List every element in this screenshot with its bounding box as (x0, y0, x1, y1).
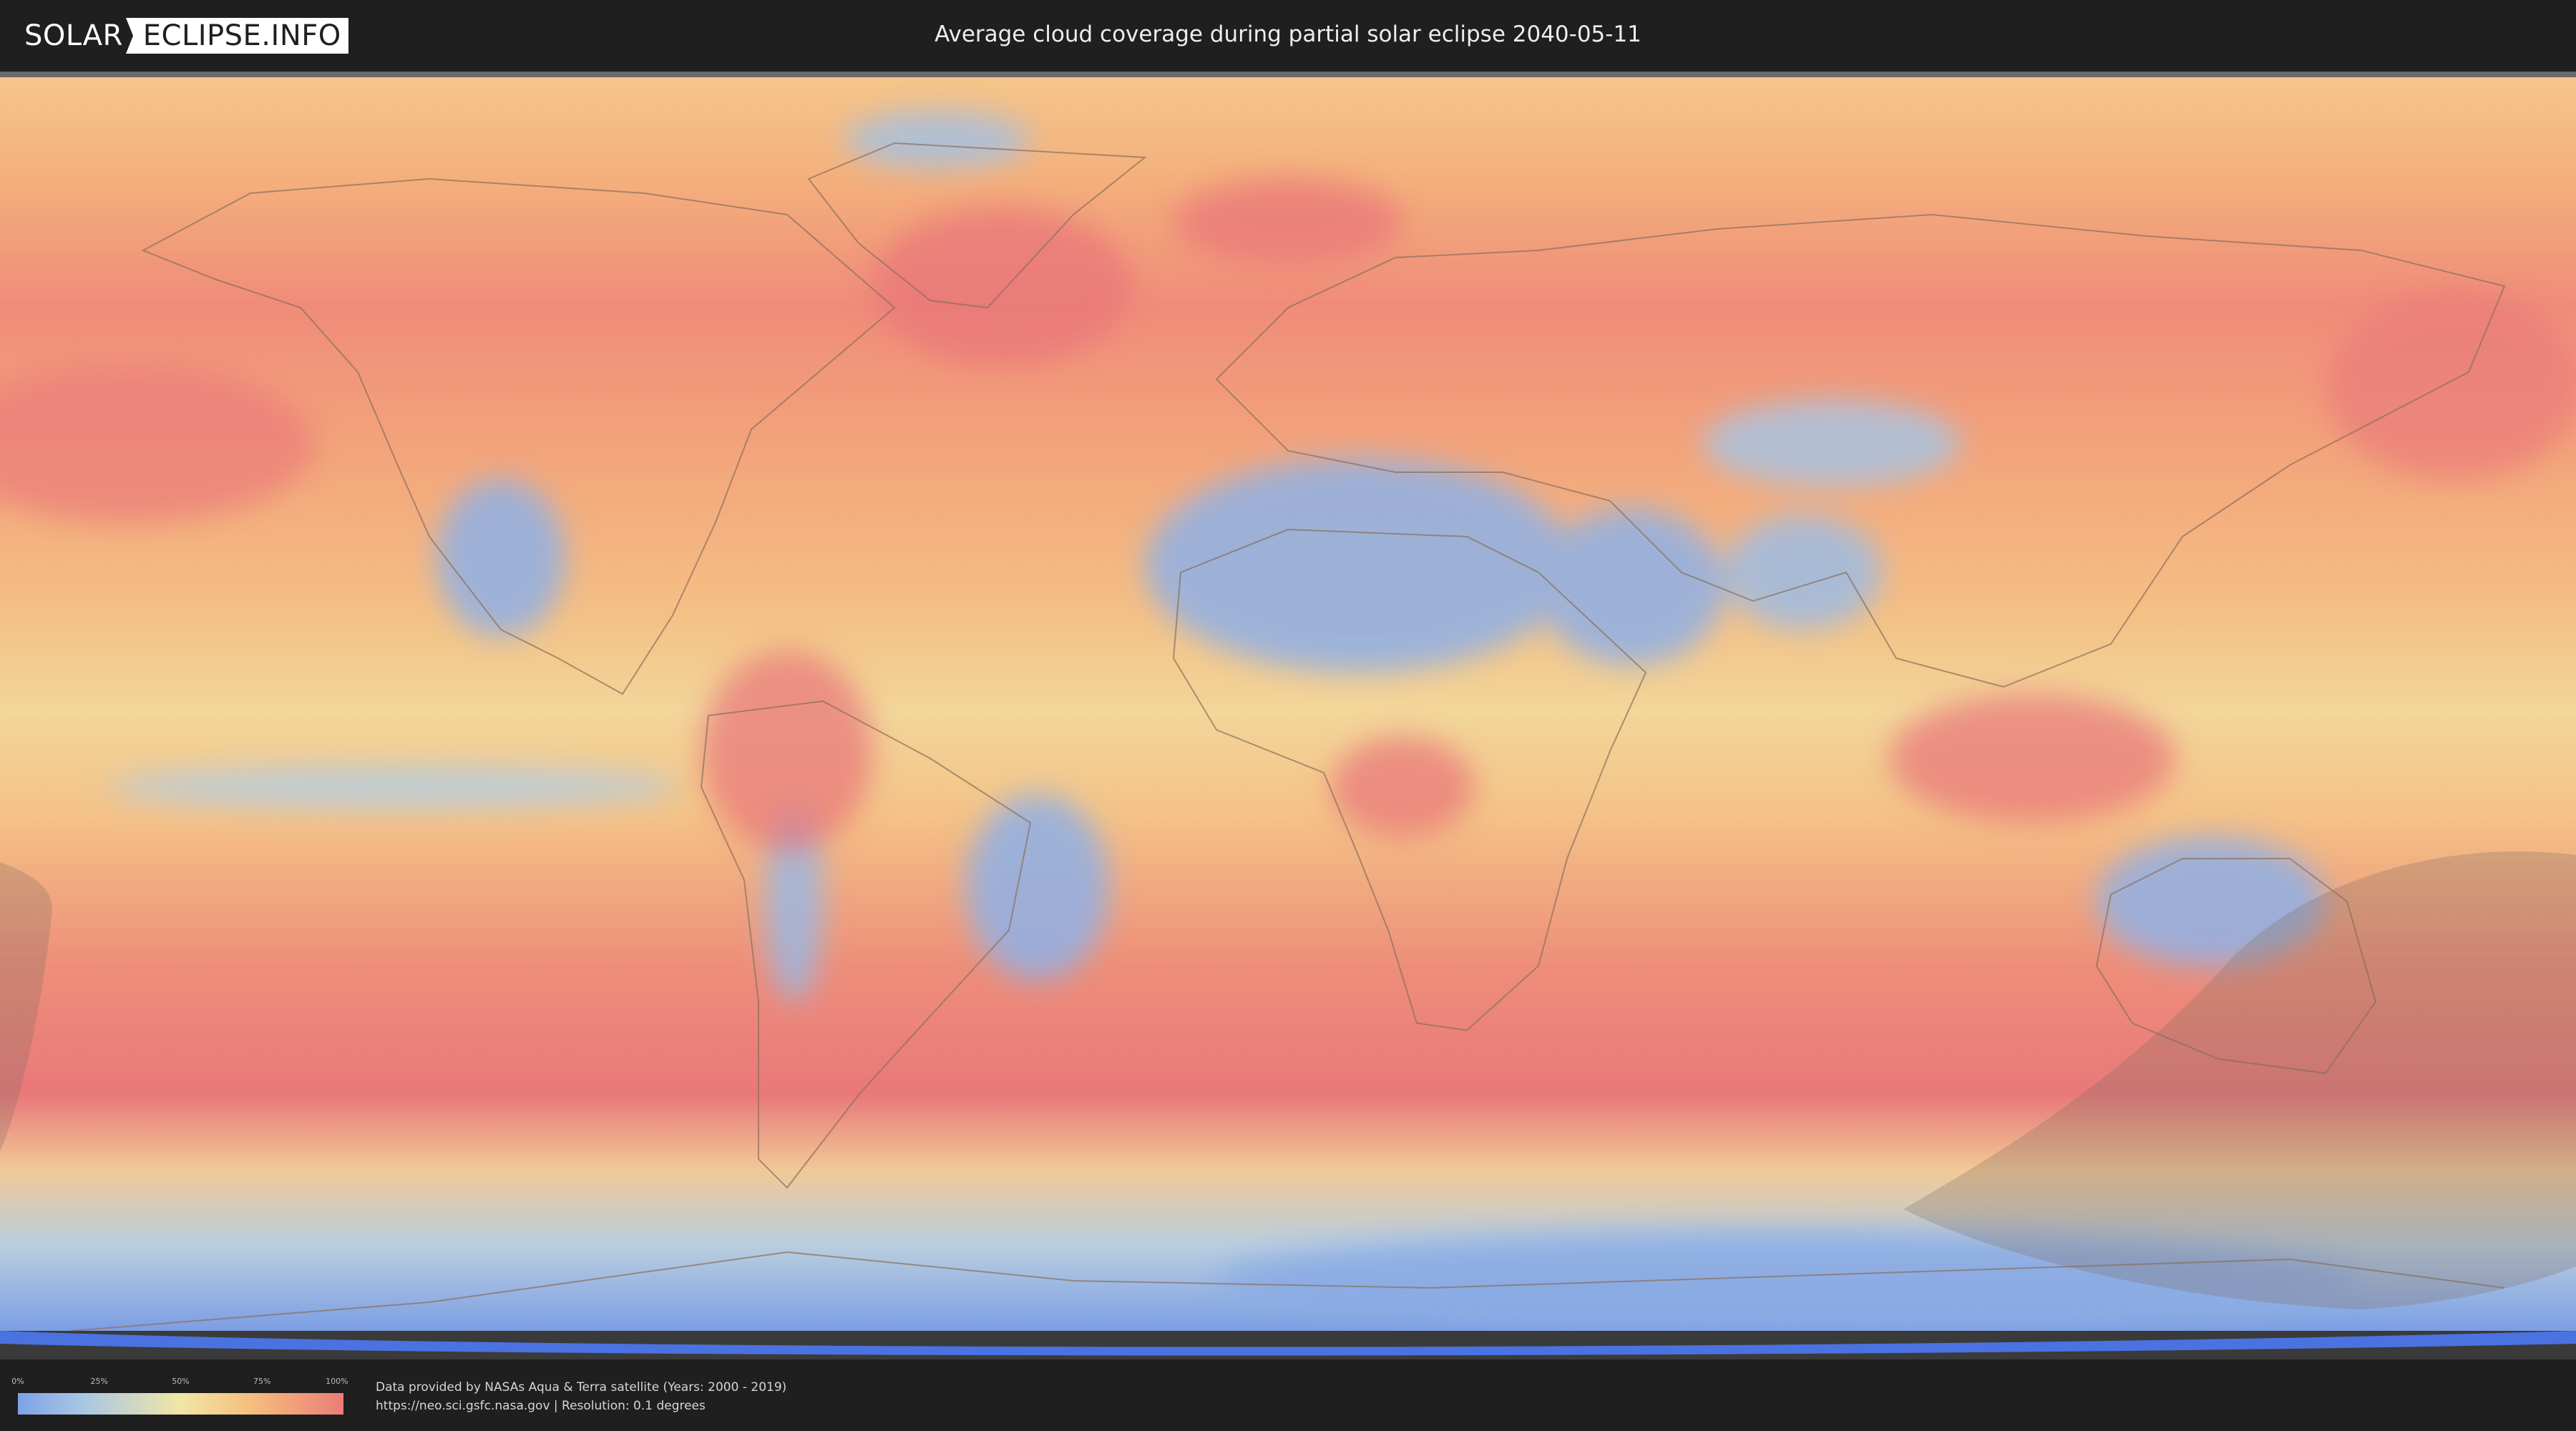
cloud-coverage-map[interactable] (0, 72, 2576, 1359)
footer: 0% 25% 50% 75% 100% Data provided by NAS… (0, 1359, 2576, 1431)
legend-tick-0: 0% (11, 1377, 24, 1386)
credits-line-source: Data provided by NASAs Aqua & Terra sate… (376, 1380, 787, 1395)
page-title: Average cloud coverage during partial so… (935, 21, 1641, 47)
legend-color-bar (18, 1393, 343, 1415)
data-credits: Data provided by NASAs Aqua & Terra sate… (376, 1378, 786, 1415)
legend-tick-100: 100% (326, 1377, 348, 1386)
world-map (0, 72, 2576, 1359)
legend-tick-50: 50% (172, 1377, 190, 1386)
cloud-coverage-legend: 0% 25% 50% 75% 100% (11, 1377, 348, 1415)
credits-line-url[interactable]: https://neo.sci.gsfc.nasa.gov | Resoluti… (376, 1397, 786, 1415)
legend-tick-25: 25% (90, 1377, 108, 1386)
header: SOLAR ECLIPSE.INFO Average cloud coverag… (0, 0, 2576, 72)
legend-ticks: 0% 25% 50% 75% 100% (11, 1377, 348, 1391)
legend-tick-75: 75% (253, 1377, 271, 1386)
map-top-edge (0, 72, 2576, 77)
